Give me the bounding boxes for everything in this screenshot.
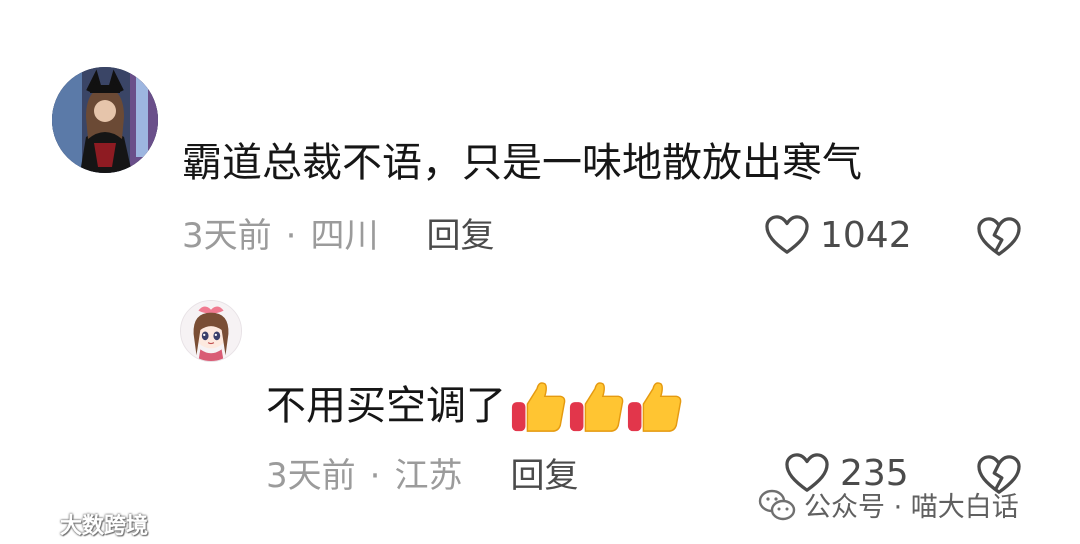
thumbs-up-icon — [510, 377, 568, 435]
reply-comment: 不用买空调了 — [266, 377, 684, 435]
brand-logo-icon — [10, 511, 54, 537]
like-count: 1042 — [820, 214, 912, 256]
comment-location: 四川 — [310, 216, 379, 256]
reply-button[interactable]: 回复 — [510, 456, 578, 496]
emoji-group — [510, 377, 684, 435]
comment-meta: 3天前 · 四川 回复 — [182, 216, 494, 256]
watermark-right: 公众号 · 喵大白话 — [758, 485, 1019, 524]
reply-button[interactable]: 回复 — [426, 216, 494, 256]
wechat-icon — [758, 488, 796, 522]
comment-time: 3天前 — [182, 216, 272, 256]
watermark-left: 大数跨境 — [10, 508, 148, 540]
comment-time: 3天前 — [266, 456, 356, 496]
broken-heart-icon[interactable] — [975, 216, 1023, 258]
like-button[interactable]: 1042 — [764, 214, 912, 256]
user-avatar[interactable] — [52, 67, 158, 173]
reply-meta: 3天前 · 江苏 回复 — [266, 456, 578, 496]
thumbs-up-icon — [568, 377, 626, 435]
reply-user-avatar[interactable] — [180, 300, 242, 362]
heart-outline-icon — [764, 214, 810, 256]
thumbs-up-icon — [626, 377, 684, 435]
reply-text: 不用买空调了 — [266, 383, 506, 429]
comment-text: 霸道总裁不语，只是一味地散放出寒气 — [182, 140, 862, 186]
watermark-text: 大数跨境 — [60, 514, 149, 539]
watermark-text: 公众号 · 喵大白话 — [804, 492, 1019, 523]
comment-location: 江苏 — [394, 456, 463, 496]
meta-separator: · — [285, 216, 297, 256]
meta-separator: · — [369, 456, 381, 496]
